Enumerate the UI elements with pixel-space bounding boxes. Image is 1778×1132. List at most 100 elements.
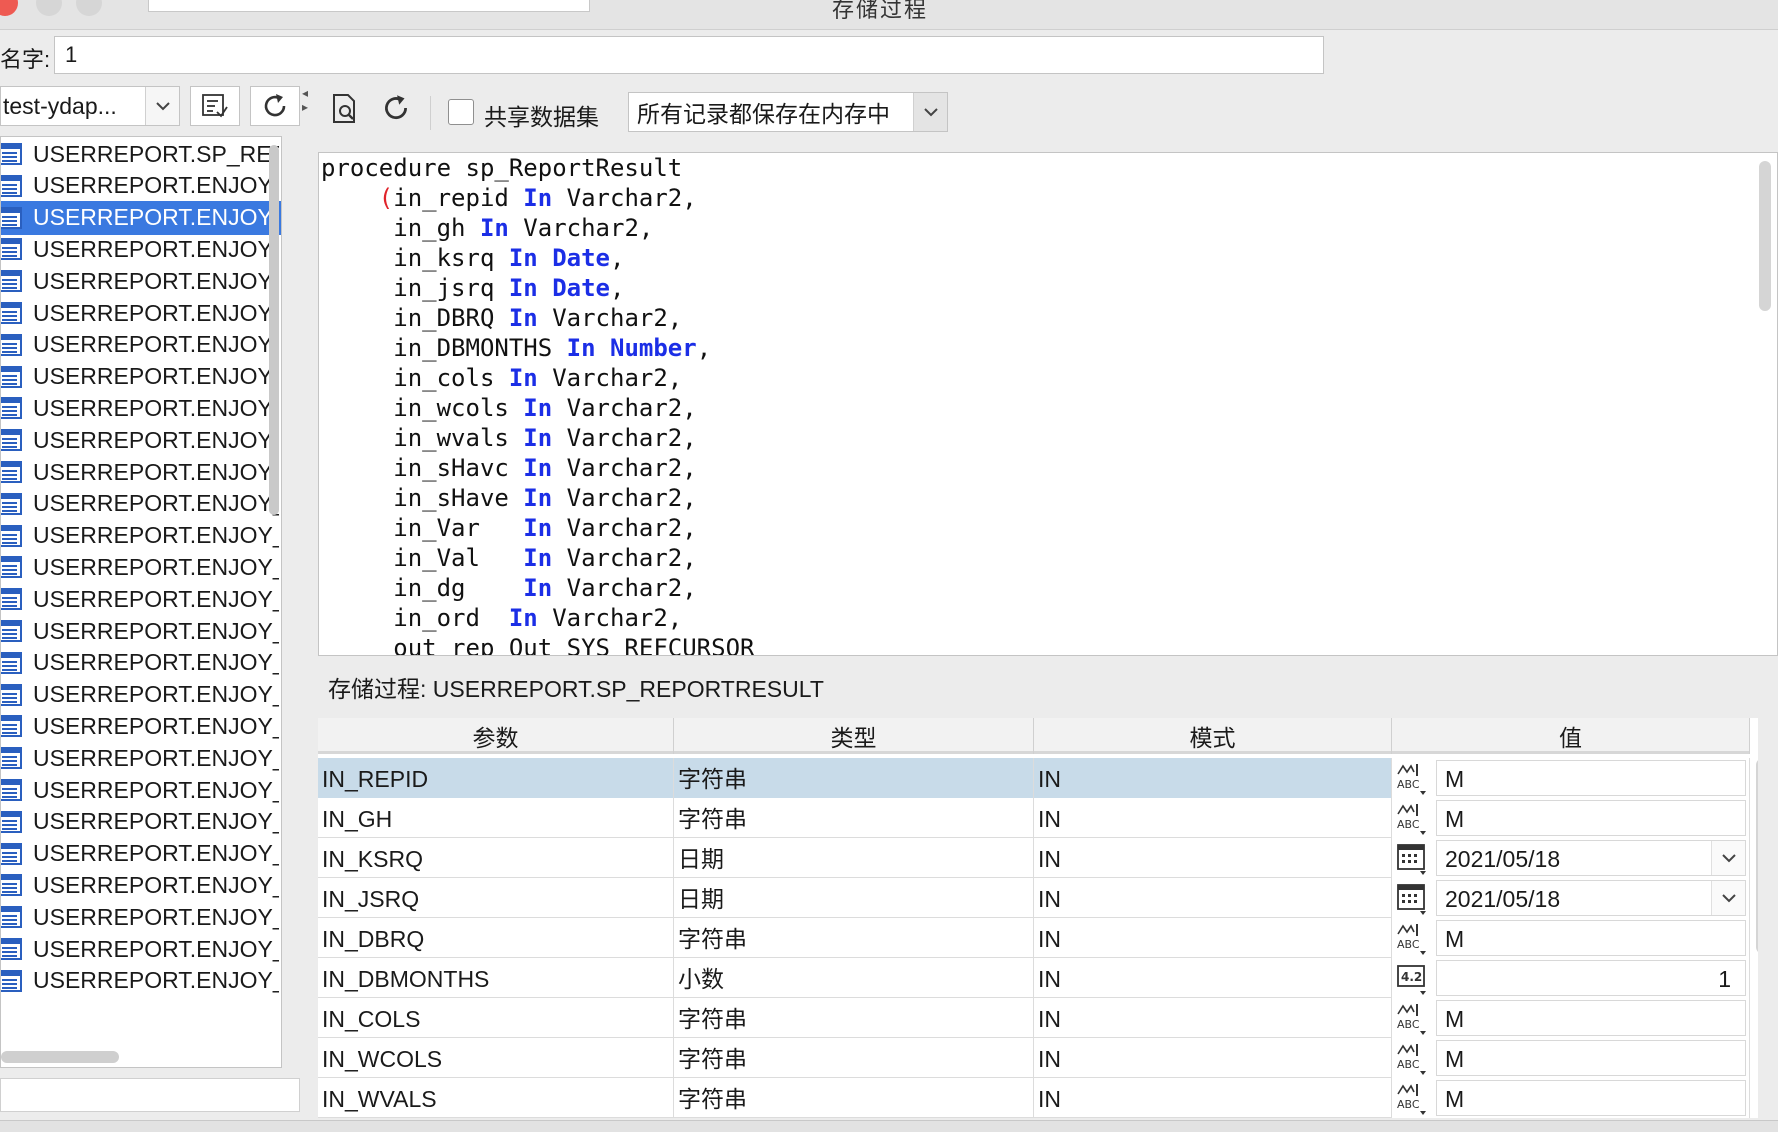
code-scrollbar[interactable]	[1759, 161, 1771, 311]
procedure-list-item[interactable]: USERREPORT.ENJOY_	[1, 455, 281, 489]
procedure-list-item[interactable]: USERREPORT.ENJOY_	[1, 900, 281, 934]
decimal-number-icon[interactable]: 4.2	[1394, 960, 1432, 996]
procedure-list-item[interactable]: USERREPORT.ENJOY_	[1, 741, 281, 775]
parameter-value-input[interactable]: M	[1436, 1000, 1746, 1036]
code-token: in_Var	[321, 514, 524, 542]
parameter-row[interactable]: IN_WVALS 字符串 IN ABC M	[318, 1078, 1750, 1118]
calendar-icon[interactable]	[1394, 880, 1432, 916]
column-header-value[interactable]: 值	[1392, 718, 1750, 754]
procedure-list-item[interactable]: USERREPORT.ENJOY_	[1, 646, 281, 680]
parameter-value-input[interactable]: M	[1436, 800, 1746, 836]
parameter-name: IN_WCOLS	[318, 1038, 674, 1078]
memory-mode-select[interactable]: 所有记录都保存在内存中	[628, 92, 948, 132]
procedure-list-item[interactable]: USERREPORT.SP_REPORTRESULT	[1, 137, 281, 171]
parameter-value-input[interactable]: 2021/05/18	[1436, 880, 1746, 916]
column-header-type[interactable]: 类型	[674, 718, 1034, 754]
refresh-list-button[interactable]	[250, 86, 300, 126]
code-line: in_DBMONTHS In Number,	[321, 333, 1777, 363]
name-input[interactable]: 1	[54, 36, 1324, 74]
procedure-icon	[1, 682, 23, 708]
code-line: in_DBRQ In Varchar2,	[321, 303, 1777, 333]
parameter-value-cell: ABC M	[1392, 1038, 1750, 1078]
parameter-row[interactable]: IN_GH 字符串 IN ABC M	[318, 798, 1750, 838]
procedure-icon	[1, 459, 23, 485]
text-abc-icon[interactable]: ABC	[1394, 1040, 1432, 1076]
parameter-value-input[interactable]: M	[1436, 760, 1746, 796]
parameter-mode: IN	[1034, 758, 1392, 798]
procedure-list-item[interactable]: USERREPORT.ENJOY_	[1, 709, 281, 743]
procedure-list-item[interactable]: USERREPORT.ENJOY_	[1, 391, 281, 425]
code-line: in_ord In Varchar2,	[321, 603, 1777, 633]
procedure-icon	[1, 936, 23, 962]
procedure-list-item[interactable]: USERREPORT.ENJOY_	[1, 200, 281, 235]
parameters-scrollbar[interactable]	[1756, 758, 1758, 954]
procedure-list-item[interactable]: USERREPORT.ENJOY_	[1, 296, 281, 330]
minimize-window-button[interactable]	[36, 0, 62, 16]
procedure-list-item[interactable]: USERREPORT.ENJOY_	[1, 423, 281, 457]
reload-button[interactable]	[380, 92, 420, 132]
procedure-list[interactable]: USERREPORT.SP_REPORTRESULT USERREPORT.ENJ…	[0, 136, 282, 1068]
parameter-row[interactable]: IN_DBMONTHS 小数 IN 4.2 1	[318, 958, 1750, 998]
parameter-value-input[interactable]: M	[1436, 1080, 1746, 1116]
tree-vertical-scrollbar[interactable]	[269, 145, 279, 515]
share-dataset-checkbox[interactable]	[448, 99, 474, 125]
procedure-list-item[interactable]: USERREPORT.ENJOY_	[1, 964, 281, 998]
procedure-list-item[interactable]: USERREPORT.ENJOY_	[1, 550, 281, 584]
procedure-list-item-label: USERREPORT.ENJOY_	[33, 394, 279, 421]
text-abc-icon[interactable]: ABC	[1394, 800, 1432, 836]
calendar-icon[interactable]	[1394, 840, 1432, 876]
procedure-list-item[interactable]: USERREPORT.ENJOY_	[1, 932, 281, 966]
procedure-list-item[interactable]: USERREPORT.ENJOY_	[1, 678, 281, 712]
procedure-icon	[1, 523, 23, 549]
procedure-list-item[interactable]: USERREPORT.ENJOY_	[1, 805, 281, 839]
procedure-list-item[interactable]: USERREPORT.ENJOY_	[1, 232, 281, 266]
chevron-down-icon[interactable]	[1711, 841, 1745, 875]
parameter-value-text: 2021/05/18	[1445, 846, 1561, 872]
procedure-list-item[interactable]: USERREPORT.ENJOY_	[1, 519, 281, 553]
tree-horizontal-scrollbar[interactable]	[1, 1051, 119, 1063]
procedure-list-item[interactable]: USERREPORT.ENJOY_	[1, 487, 281, 521]
parameter-row[interactable]: IN_KSRQ 日期 IN 2021/05/18	[318, 838, 1750, 878]
procedure-list-item[interactable]: USERREPORT.ENJOY_	[1, 169, 281, 203]
parameter-value-input[interactable]: M	[1436, 1040, 1746, 1076]
parameter-row[interactable]: IN_WCOLS 字符串 IN ABC M	[318, 1038, 1750, 1078]
procedure-list-item[interactable]: USERREPORT.ENJOY_	[1, 328, 281, 362]
maximize-window-button[interactable]	[76, 0, 102, 16]
column-header-param[interactable]: 参数	[318, 718, 674, 754]
parameter-value-input[interactable]: M	[1436, 920, 1746, 956]
title-bar-field[interactable]	[148, 0, 590, 12]
code-line: (in_repid In Varchar2,	[321, 183, 1777, 213]
text-abc-icon[interactable]: ABC	[1394, 1080, 1432, 1116]
procedure-list-item[interactable]: USERREPORT.ENJOY_	[1, 773, 281, 807]
close-window-button[interactable]	[0, 0, 18, 16]
parameter-value-input[interactable]: 2021/05/18	[1436, 840, 1746, 876]
procedure-list-item[interactable]: USERREPORT.ENJOY_	[1, 614, 281, 648]
preview-button[interactable]	[328, 92, 368, 132]
chevron-down-icon[interactable]	[145, 87, 179, 125]
connection-select[interactable]: test-ydap...	[0, 86, 180, 126]
chevron-down-icon[interactable]	[1711, 881, 1745, 915]
parameter-row[interactable]: IN_DBRQ 字符串 IN ABC M	[318, 918, 1750, 958]
parameter-row[interactable]: IN_COLS 字符串 IN ABC M	[318, 998, 1750, 1038]
parameter-row[interactable]: IN_JSRQ 日期 IN 2021/05/18	[318, 878, 1750, 918]
sql-code-editor[interactable]: procedure sp_ReportResult (in_repid In V…	[318, 152, 1778, 656]
parameter-value-input[interactable]: 1	[1436, 960, 1746, 996]
filter-list-button[interactable]	[190, 86, 240, 126]
chevron-down-icon[interactable]	[913, 93, 947, 131]
text-abc-icon[interactable]: ABC	[1394, 760, 1432, 796]
procedure-list-item-label: USERREPORT.ENJOY_	[33, 172, 279, 199]
code-token: in_wcols	[321, 394, 524, 422]
procedure-list-item-label: USERREPORT.ENJOY_	[33, 967, 279, 994]
procedure-list-item[interactable]: USERREPORT.ENJOY_	[1, 868, 281, 902]
list-filter-input[interactable]	[0, 1078, 300, 1112]
procedure-list-item[interactable]: USERREPORT.ENJOY_	[1, 582, 281, 616]
procedure-list-item[interactable]: USERREPORT.ENJOY_	[1, 264, 281, 298]
parameter-row[interactable]: IN_REPID 字符串 IN ABC M	[318, 758, 1750, 798]
code-token: Varchar2,	[552, 184, 697, 212]
column-header-mode[interactable]: 模式	[1034, 718, 1392, 754]
procedure-list-item[interactable]: USERREPORT.ENJOY_	[1, 837, 281, 871]
collapse-panel-handle[interactable]: ◂ ▸	[302, 86, 312, 126]
text-abc-icon[interactable]: ABC	[1394, 920, 1432, 956]
procedure-list-item[interactable]: USERREPORT.ENJOY_	[1, 360, 281, 394]
text-abc-icon[interactable]: ABC	[1394, 1000, 1432, 1036]
